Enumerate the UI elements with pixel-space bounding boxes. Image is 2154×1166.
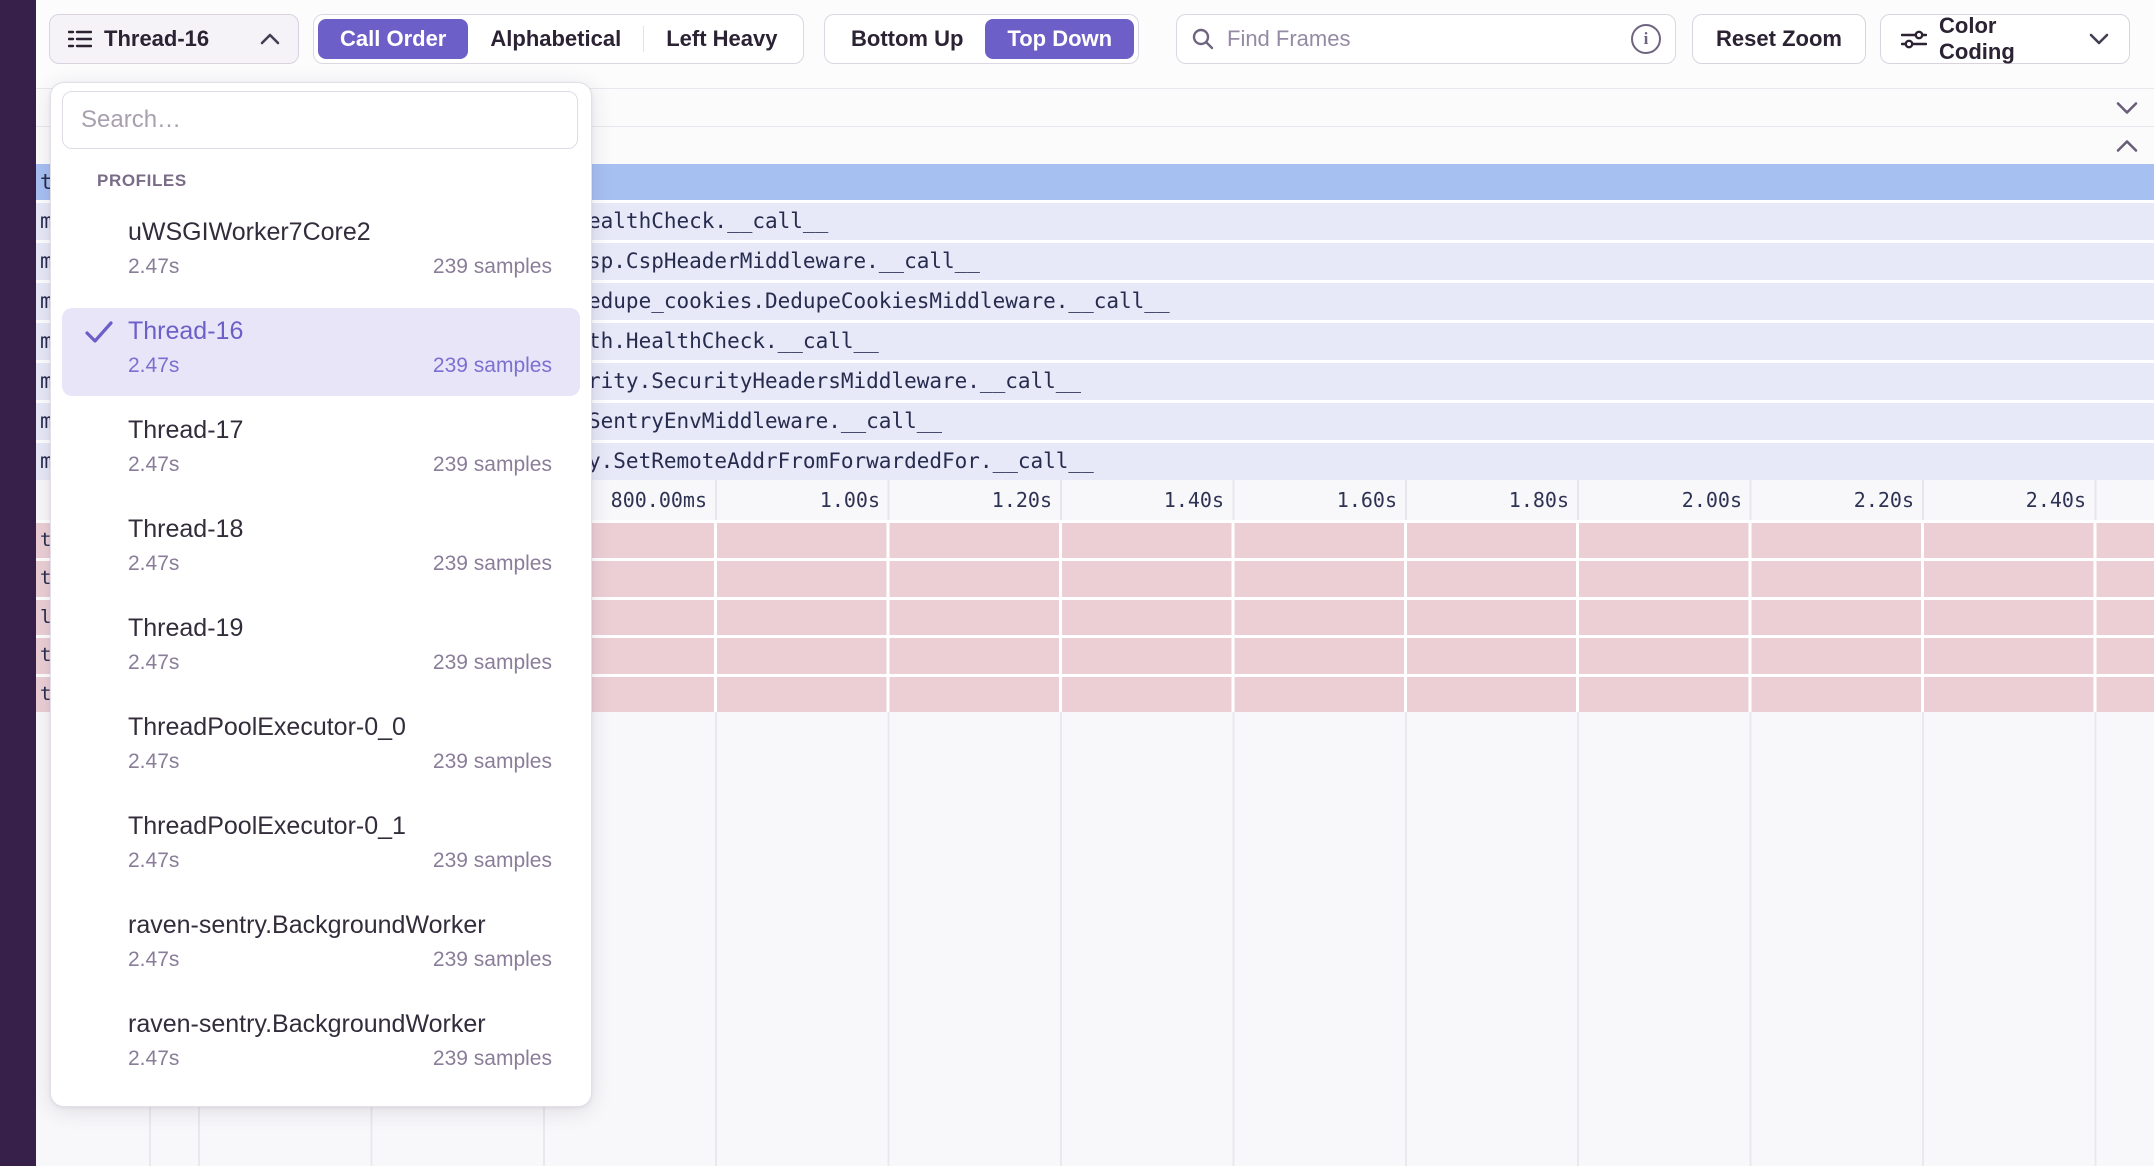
chevron-down-icon xyxy=(2089,33,2109,45)
profile-duration: 2.47s xyxy=(128,255,179,279)
sort-left-heavy-button[interactable]: Left Heavy xyxy=(644,19,799,59)
frame-label: y.SetRemoteAddrFromForwardedFor.__call__ xyxy=(588,443,1094,480)
profile-item[interactable]: Thread-16 2.47s 239 samples xyxy=(62,308,580,396)
profiling-flamegraph-app: Thread-16 Call Order Alphabetical Left H… xyxy=(0,0,2154,1166)
profile-name: ThreadPoolExecutor-0_0 xyxy=(128,712,552,742)
sort-call-order-button[interactable]: Call Order xyxy=(318,19,468,59)
profile-name: Thread-17 xyxy=(128,415,552,445)
profile-name: Thread-18 xyxy=(128,514,552,544)
profile-duration: 2.47s xyxy=(128,552,179,576)
profile-samples: 239 samples xyxy=(433,651,552,675)
bottom-up-button[interactable]: Bottom Up xyxy=(829,19,985,59)
profile-duration: 2.47s xyxy=(128,750,179,774)
find-frames-input-wrap: i xyxy=(1176,14,1676,64)
axis-tick: 1.80s xyxy=(1419,480,1569,520)
profile-duration: 2.47s xyxy=(128,948,179,972)
profile-item[interactable]: raven-sentry.BackgroundWorker 2.47s 239 … xyxy=(62,1001,580,1089)
toolbar: Thread-16 Call Order Alphabetical Left H… xyxy=(36,0,2154,88)
profile-samples: 239 samples xyxy=(433,849,552,873)
profile-duration: 2.47s xyxy=(128,651,179,675)
profile-samples: 239 samples xyxy=(433,255,552,279)
axis-tick: 1.00s xyxy=(730,480,880,520)
axis-tick: 1.40s xyxy=(1074,480,1224,520)
axis-tick: 2.20s xyxy=(1764,480,1914,520)
axis-tick: 2.00s xyxy=(1592,480,1742,520)
profile-item[interactable]: Thread-18 2.47s 239 samples xyxy=(62,506,580,594)
profile-samples: 239 samples xyxy=(433,453,552,477)
frame-label: ealthCheck.__call__ xyxy=(588,203,828,240)
profile-item[interactable]: raven-sentry.BackgroundWorker 2.47s 239 … xyxy=(62,902,580,990)
dropdown-search-input[interactable] xyxy=(62,91,578,149)
checkmark-icon xyxy=(84,320,114,344)
thread-list-icon xyxy=(68,29,92,49)
profile-name: ThreadPoolExecutor-0_1 xyxy=(128,811,552,841)
find-frames-input[interactable] xyxy=(1225,25,1621,53)
axis-tick: 2.40s xyxy=(1936,480,2086,520)
thread-selector-label: Thread-16 xyxy=(104,26,209,52)
axis-tick: 1.60s xyxy=(1247,480,1397,520)
sort-alphabetical-button[interactable]: Alphabetical xyxy=(468,19,643,59)
profile-samples: 239 samples xyxy=(433,750,552,774)
chevron-up-icon xyxy=(260,33,280,45)
chevron-down-icon[interactable] xyxy=(2116,101,2138,114)
profile-samples: 239 samples xyxy=(433,948,552,972)
sliders-icon xyxy=(1901,28,1927,50)
axis-tick: 1.20s xyxy=(902,480,1052,520)
frame-label: rity.SecurityHeadersMiddleware.__call__ xyxy=(588,363,1081,400)
frame-label: th.HealthCheck.__call__ xyxy=(588,323,879,360)
direction-group: Bottom Up Top Down xyxy=(824,14,1139,64)
frame-label: sp.CspHeaderMiddleware.__call__ xyxy=(588,243,980,280)
chevron-up-icon[interactable] xyxy=(2116,139,2138,152)
thread-dropdown: PROFILES uWSGIWorker7Core2 2.47s 239 sam… xyxy=(50,82,592,1107)
profile-name: Thread-19 xyxy=(128,613,552,643)
profile-name: uWSGIWorker7Core2 xyxy=(128,217,552,247)
profile-item[interactable]: ThreadPoolExecutor-0_0 2.47s 239 samples xyxy=(62,704,580,792)
search-icon xyxy=(1191,27,1215,51)
sidebar-rail xyxy=(0,0,36,1166)
color-coding-button[interactable]: Color Coding xyxy=(1880,14,2130,64)
profiles-list: uWSGIWorker7Core2 2.47s 239 samples Thre… xyxy=(62,209,580,1100)
frame-label: SentryEnvMiddleware.__call__ xyxy=(588,403,942,440)
reset-zoom-button[interactable]: Reset Zoom xyxy=(1692,14,1866,64)
profile-duration: 2.47s xyxy=(128,453,179,477)
profile-samples: 239 samples xyxy=(433,354,552,378)
profile-item[interactable]: uWSGIWorker7Core2 2.47s 239 samples xyxy=(62,209,580,297)
profile-name: raven-sentry.BackgroundWorker xyxy=(128,1009,552,1039)
profile-duration: 2.47s xyxy=(128,1047,179,1071)
profiles-section-label: PROFILES xyxy=(97,171,187,191)
profile-samples: 239 samples xyxy=(433,1047,552,1071)
info-icon[interactable]: i xyxy=(1631,24,1661,54)
top-down-button[interactable]: Top Down xyxy=(985,19,1134,59)
profile-samples: 239 samples xyxy=(433,552,552,576)
profile-item[interactable]: Thread-17 2.47s 239 samples xyxy=(62,407,580,495)
profile-name: Thread-16 xyxy=(128,316,552,346)
profile-duration: 2.47s xyxy=(128,354,179,378)
profile-item[interactable]: ThreadPoolExecutor-0_1 2.47s 239 samples xyxy=(62,803,580,891)
thread-selector-button[interactable]: Thread-16 xyxy=(49,14,299,64)
frame-label: edupe_cookies.DedupeCookiesMiddleware.__… xyxy=(588,283,1170,320)
profile-duration: 2.47s xyxy=(128,849,179,873)
profile-name: raven-sentry.BackgroundWorker xyxy=(128,910,552,940)
profile-item[interactable]: Thread-19 2.47s 239 samples xyxy=(62,605,580,693)
sort-order-group: Call Order Alphabetical Left Heavy xyxy=(313,14,804,64)
